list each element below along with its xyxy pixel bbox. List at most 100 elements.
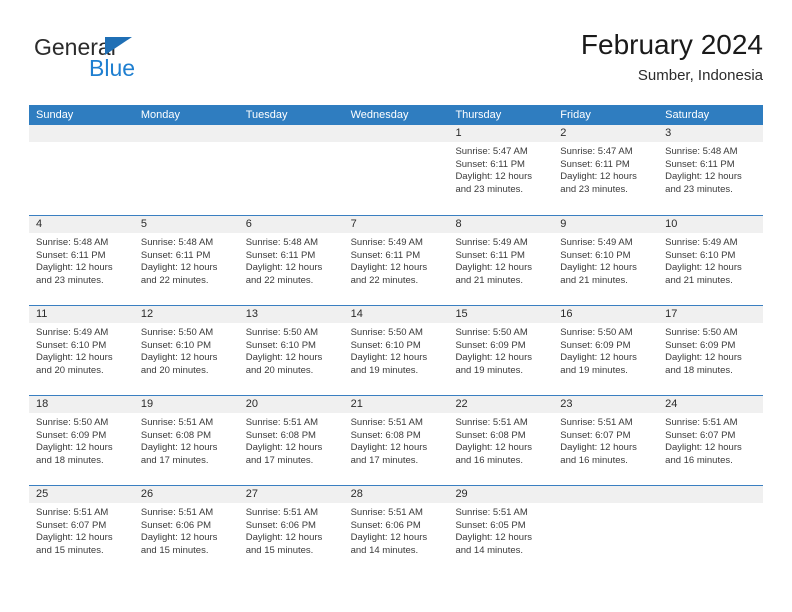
daylight-text-line2: and 16 minutes. [560, 454, 628, 466]
day-details: Sunrise: 5:48 AM Sunset: 6:11 PM Daylight:… [134, 233, 239, 287]
daylight-text-line1: Daylight: 12 hours [350, 442, 428, 454]
daylight-text-line1: Daylight: 12 hours [140, 532, 218, 544]
day-number-band: 20 [238, 396, 344, 413]
day-number-band: 15 [448, 306, 554, 323]
day-cell-28[interactable]: 28 Sunrise: 5:51 AM Sunset: 6:06 PM Dayligh… [343, 486, 449, 575]
sunset-text: Sunset: 6:09 PM [455, 339, 526, 351]
sunset-text: Sunset: 6:08 PM [455, 429, 526, 441]
day-cell-empty [658, 486, 764, 575]
day-number: 18 [36, 398, 49, 410]
weekday-header-thursday: Thursday [455, 109, 502, 121]
day-details: Sunrise: 5:51 AM Sunset: 6:07 PM Daylight:… [658, 413, 763, 467]
daylight-text-line1: Daylight: 12 hours [665, 352, 742, 364]
day-cell-20[interactable]: 20 Sunrise: 5:51 AM Sunset: 6:08 PM Dayligh… [238, 396, 344, 485]
day-cell-19[interactable]: 19 Sunrise: 5:51 AM Sunset: 6:08 PM Dayligh… [133, 396, 239, 485]
daylight-text-line1: Daylight: 12 hours [245, 352, 323, 364]
day-cell-4[interactable]: 4 Sunrise: 5:48 AM Sunset: 6:11 PM Daylight… [29, 216, 134, 305]
day-cell-2[interactable]: 2 Sunrise: 5:47 AM Sunset: 6:11 PM Daylight… [553, 125, 659, 215]
day-cell-23[interactable]: 23 Sunrise: 5:51 AM Sunset: 6:07 PM Dayligh… [553, 396, 659, 485]
day-number: 29 [455, 488, 468, 500]
day-details: Sunrise: 5:50 AM Sunset: 6:10 PM Daylight:… [239, 323, 344, 377]
day-cell-17[interactable]: 17 Sunrise: 5:50 AM Sunset: 6:09 PM Dayligh… [658, 306, 764, 395]
sunset-text: Sunset: 6:06 PM [140, 519, 212, 531]
day-cell-8[interactable]: 8 Sunrise: 5:49 AM Sunset: 6:11 PM Daylight… [448, 216, 554, 305]
sunrise-text: Sunrise: 5:47 AM [560, 146, 633, 157]
sunrise-text: Sunrise: 5:49 AM [455, 237, 528, 248]
day-number: 24 [665, 398, 678, 410]
day-cell-5[interactable]: 5 Sunrise: 5:48 AM Sunset: 6:11 PM Daylight… [133, 216, 239, 305]
day-cell-7[interactable]: 7 Sunrise: 5:49 AM Sunset: 6:11 PM Daylight… [343, 216, 449, 305]
day-number-band [133, 125, 239, 142]
sunset-text: Sunset: 6:08 PM [140, 429, 212, 441]
day-number: 10 [665, 218, 678, 230]
day-details: Sunrise: 5:50 AM Sunset: 6:10 PM Daylight:… [134, 323, 239, 377]
calendar-page: General Blue February 2024 Sumber, Indon… [0, 0, 792, 612]
day-number: 8 [455, 218, 462, 230]
day-cell-22[interactable]: 22 Sunrise: 5:51 AM Sunset: 6:08 PM Dayligh… [448, 396, 554, 485]
day-cell-15[interactable]: 15 Sunrise: 5:50 AM Sunset: 6:09 PM Dayligh… [448, 306, 554, 395]
day-number-band: 12 [133, 306, 239, 323]
day-details: Sunrise: 5:50 AM Sunset: 6:10 PM Daylight:… [344, 323, 449, 377]
day-number-band: 2 [553, 125, 659, 142]
daylight-text-line2: and 16 minutes. [455, 454, 524, 466]
sunrise-text: Sunrise: 5:49 AM [665, 237, 738, 248]
day-details: Sunrise: 5:51 AM Sunset: 6:06 PM Daylight:… [344, 503, 449, 557]
sunset-text: Sunset: 6:11 PM [245, 249, 316, 261]
day-cell-24[interactable]: 24 Sunrise: 5:51 AM Sunset: 6:07 PM Dayligh… [658, 396, 764, 485]
sunrise-text: Sunrise: 5:48 AM [140, 237, 214, 248]
day-cell-3[interactable]: 3 Sunrise: 5:48 AM Sunset: 6:11 PM Daylight… [658, 125, 764, 215]
sunset-text: Sunset: 6:09 PM [560, 339, 631, 351]
day-cell-14[interactable]: 14 Sunrise: 5:50 AM Sunset: 6:10 PM Dayligh… [343, 306, 449, 395]
sunrise-text: Sunrise: 5:49 AM [350, 237, 423, 248]
day-cell-12[interactable]: 12 Sunrise: 5:50 AM Sunset: 6:10 PM Dayligh… [133, 306, 239, 395]
day-number: 21 [350, 398, 363, 410]
day-cell-6[interactable]: 6 Sunrise: 5:48 AM Sunset: 6:11 PM Daylight… [238, 216, 344, 305]
weekday-header-tuesday: Tuesday [245, 109, 288, 121]
day-cell-13[interactable]: 13 Sunrise: 5:50 AM Sunset: 6:10 PM Dayligh… [238, 306, 344, 395]
day-cell-9[interactable]: 9 Sunrise: 5:49 AM Sunset: 6:10 PM Daylight… [553, 216, 659, 305]
weekday-header-sunday: Sunday [36, 109, 74, 121]
day-cell-18[interactable]: 18 Sunrise: 5:50 AM Sunset: 6:09 PM Dayligh… [29, 396, 134, 485]
sunrise-text: Sunrise: 5:51 AM [560, 417, 633, 428]
daylight-text-line2: and 20 minutes. [36, 364, 104, 376]
day-details [553, 503, 658, 507]
day-details: Sunrise: 5:49 AM Sunset: 6:10 PM Daylight:… [658, 233, 763, 287]
sunset-text: Sunset: 6:10 PM [350, 339, 421, 351]
sunrise-text: Sunrise: 5:51 AM [350, 507, 423, 518]
day-cell-10[interactable]: 10 Sunrise: 5:49 AM Sunset: 6:10 PM Dayligh… [658, 216, 764, 305]
weekday-header-wednesday: Wednesday [350, 109, 409, 121]
daylight-text-line1: Daylight: 12 hours [350, 262, 428, 274]
sunset-text: Sunset: 6:10 PM [560, 249, 631, 261]
general-blue-logo[interactable]: General Blue [29, 34, 259, 92]
sunrise-text: Sunrise: 5:50 AM [665, 327, 738, 338]
daylight-text-line1: Daylight: 12 hours [455, 262, 533, 274]
daylight-text-line2: and 22 minutes. [140, 274, 209, 286]
daylight-text-line2: and 19 minutes. [560, 364, 628, 376]
sunrise-text: Sunrise: 5:50 AM [350, 327, 423, 338]
day-details: Sunrise: 5:50 AM Sunset: 6:09 PM Daylight:… [553, 323, 658, 377]
day-details: Sunrise: 5:51 AM Sunset: 6:06 PM Daylight:… [134, 503, 239, 557]
sunrise-text: Sunrise: 5:51 AM [140, 417, 214, 428]
daylight-text-line1: Daylight: 12 hours [560, 171, 637, 183]
day-number: 2 [560, 127, 567, 139]
day-cell-29[interactable]: 29 Sunrise: 5:51 AM Sunset: 6:05 PM Dayligh… [448, 486, 554, 575]
day-cell-16[interactable]: 16 Sunrise: 5:50 AM Sunset: 6:09 PM Dayligh… [553, 306, 659, 395]
sunrise-text: Sunrise: 5:51 AM [245, 417, 319, 428]
day-number-band: 5 [133, 216, 239, 233]
sunrise-text: Sunrise: 5:48 AM [245, 237, 319, 248]
day-cell-25[interactable]: 25 Sunrise: 5:51 AM Sunset: 6:07 PM Dayligh… [29, 486, 134, 575]
daylight-text-line2: and 15 minutes. [36, 544, 104, 556]
day-number: 22 [455, 398, 468, 410]
day-cell-27[interactable]: 27 Sunrise: 5:51 AM Sunset: 6:06 PM Dayligh… [238, 486, 344, 575]
day-number-band: 26 [133, 486, 239, 503]
day-cell-1[interactable]: 1 Sunrise: 5:47 AM Sunset: 6:11 PM Daylight… [448, 125, 554, 215]
day-cell-26[interactable]: 26 Sunrise: 5:51 AM Sunset: 6:06 PM Dayligh… [133, 486, 239, 575]
day-number-band: 29 [448, 486, 554, 503]
day-details: Sunrise: 5:49 AM Sunset: 6:11 PM Daylight:… [344, 233, 449, 287]
sunrise-text: Sunrise: 5:49 AM [36, 327, 109, 338]
day-cell-11[interactable]: 11 Sunrise: 5:49 AM Sunset: 6:10 PM Dayligh… [29, 306, 134, 395]
day-number-band: 28 [343, 486, 449, 503]
day-cell-21[interactable]: 21 Sunrise: 5:51 AM Sunset: 6:08 PM Dayligh… [343, 396, 449, 485]
day-number-band: 22 [448, 396, 554, 413]
daylight-text-line1: Daylight: 12 hours [140, 262, 218, 274]
